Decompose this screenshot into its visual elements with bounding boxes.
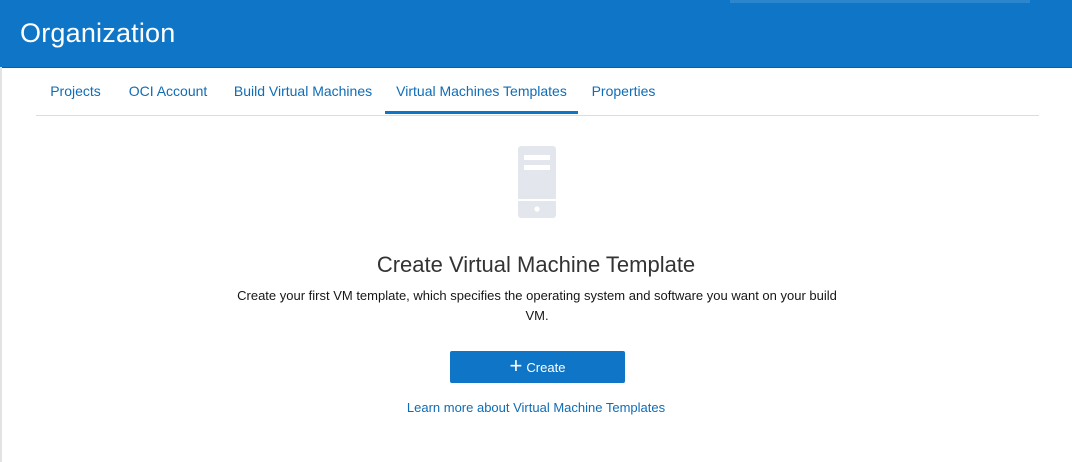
page-title: Organization (20, 18, 176, 48)
plus-icon: + (509, 353, 523, 378)
page-header: Organization (0, 0, 1072, 68)
tab-virtual-machines-templates[interactable]: Virtual Machines Templates (385, 68, 578, 114)
learn-more-link[interactable]: Learn more about Virtual Machine Templat… (0, 400, 1072, 415)
header-highlight (730, 0, 1030, 3)
tab-oci-account[interactable]: OCI Account (115, 68, 221, 114)
create-button-label: Create (526, 359, 566, 375)
create-button[interactable]: + Create (450, 351, 625, 383)
tab-projects[interactable]: Projects (36, 68, 115, 114)
server-icon (518, 146, 556, 223)
empty-state-heading: Create Virtual Machine Template (376, 252, 696, 277)
empty-state-description: Create your first VM template, which spe… (237, 288, 837, 323)
tab-build-virtual-machines[interactable]: Build Virtual Machines (221, 68, 385, 114)
tab-bar: Projects OCI Account Build Virtual Machi… (36, 68, 1039, 116)
tab-properties[interactable]: Properties (578, 68, 669, 114)
